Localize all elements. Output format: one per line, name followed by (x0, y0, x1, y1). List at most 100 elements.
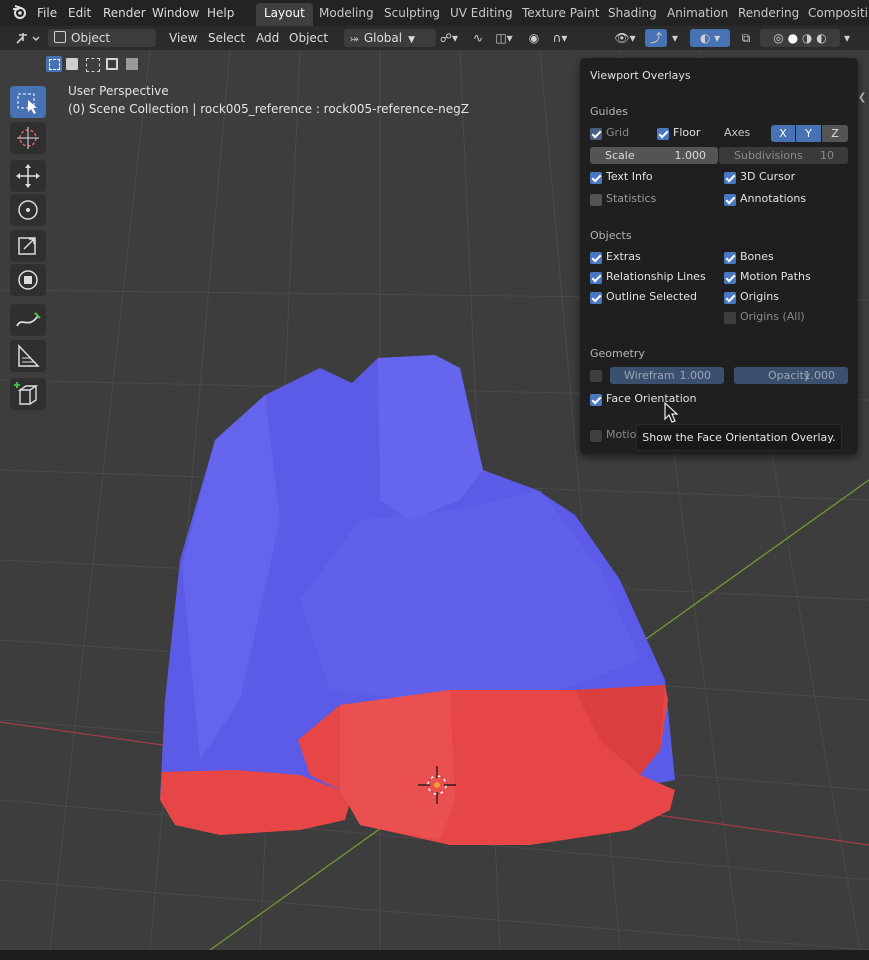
face-orientation-checkbox[interactable] (590, 394, 602, 406)
scale-field[interactable]: Scale 1.000 (590, 147, 718, 164)
motion-paths-checkbox[interactable] (724, 272, 736, 284)
opacity-field[interactable]: Opacity 1.000 (734, 367, 848, 384)
sidebar-toggle-icon[interactable]: ❮ (858, 92, 866, 103)
object-mode-icon (54, 31, 66, 43)
floor-checkbox[interactable] (657, 128, 669, 140)
transform-orientation-icon: ⤖ (350, 32, 359, 45)
snap-icon[interactable]: ∿ (468, 29, 488, 47)
guides-heading: Guides (590, 105, 629, 118)
axis-y-toggle[interactable]: Y (796, 125, 821, 142)
wireframe-shading-icon[interactable]: ◎ (773, 31, 783, 45)
tab-uv-editing[interactable]: UV Editing (442, 3, 521, 24)
3d-cursor-label: 3D Cursor (740, 170, 796, 183)
extras-checkbox[interactable] (590, 252, 602, 264)
menu-view[interactable]: View (169, 29, 197, 47)
wireframe-checkbox[interactable] (590, 370, 602, 382)
transform-tool-icon[interactable] (10, 264, 46, 296)
chevron-down-icon[interactable]: ▾ (840, 29, 854, 47)
face-orientation-label: Face Orientation (606, 392, 697, 405)
menu-edit[interactable]: Edit (68, 4, 91, 22)
outline-selected-label: Outline Selected (606, 290, 697, 303)
geometry-heading: Geometry (590, 347, 645, 360)
select-intersect-icon[interactable] (126, 58, 138, 70)
statistics-checkbox[interactable] (590, 194, 602, 206)
origins-all-label: Origins (All) (740, 310, 805, 323)
menu-render[interactable]: Render (103, 4, 146, 22)
text-info-checkbox[interactable] (590, 172, 602, 184)
rotate-tool-icon[interactable] (10, 194, 46, 226)
tab-compositing[interactable]: Compositing (800, 3, 869, 24)
mode-dropdown[interactable]: Object Mode▼ (48, 29, 156, 63)
motion-tracking-checkbox[interactable] (590, 430, 602, 442)
menu-select[interactable]: Select (208, 29, 245, 47)
select-box-tool-icon[interactable] (10, 86, 46, 118)
editor-type-icon[interactable] (12, 29, 42, 47)
menu-file[interactable]: File (37, 4, 57, 22)
wireframe-field[interactable]: Wirefram 1.000 (610, 367, 724, 384)
measure-tool-icon[interactable] (10, 340, 46, 372)
menu-add[interactable]: Add (256, 29, 279, 47)
relationship-lines-label: Relationship Lines (606, 270, 706, 283)
axis-x-toggle[interactable]: X (771, 125, 795, 142)
selection-mode-group (46, 56, 140, 72)
bones-label: Bones (740, 250, 774, 263)
snap-target-icon[interactable]: ◫▾ (490, 29, 518, 47)
blender-logo-icon[interactable] (12, 3, 28, 21)
axis-z-toggle[interactable]: Z (822, 125, 848, 142)
visibility-eye-icon[interactable]: 👁▾ (610, 29, 640, 47)
object-origin (434, 782, 440, 788)
proportional-edit-icon[interactable]: ◉ (524, 29, 544, 47)
grid-label: Grid (606, 126, 630, 139)
menu-help[interactable]: Help (207, 4, 234, 22)
menu-window[interactable]: Window (152, 4, 199, 22)
annotations-checkbox[interactable] (724, 194, 736, 206)
tab-modeling[interactable]: Modeling (311, 3, 382, 24)
annotate-tool-icon[interactable] (10, 304, 46, 336)
tab-shading[interactable]: Shading (600, 3, 665, 24)
material-shading-icon[interactable]: ◑ (802, 31, 812, 45)
subdivisions-field[interactable]: Subdivisions 10 (719, 147, 848, 164)
objects-heading: Objects (590, 229, 632, 242)
floor-label: Floor (673, 126, 701, 139)
move-tool-icon[interactable] (10, 160, 46, 192)
select-new-icon[interactable] (46, 56, 62, 72)
select-invert-icon[interactable] (106, 58, 118, 70)
overlays-toggle-icon[interactable]: ◐ ▾ (690, 29, 730, 47)
solid-shading-icon[interactable]: ● (788, 31, 798, 45)
viewport-collection-label: (0) Scene Collection | rock005_reference… (68, 102, 469, 116)
select-extend-icon[interactable] (66, 58, 78, 70)
subdivisions-field-value: 10 (820, 149, 834, 162)
scale-tool-icon[interactable] (10, 230, 46, 262)
bones-checkbox[interactable] (724, 252, 736, 264)
relationship-lines-checkbox[interactable] (590, 272, 602, 284)
3d-cursor-checkbox[interactable] (724, 172, 736, 184)
gizmo-toggle-icon[interactable]: ⤴ (645, 29, 667, 47)
falloff-icon[interactable]: ∩▾ (546, 29, 574, 47)
pivot-point-icon[interactable]: ☍▾ (434, 29, 464, 47)
scale-field-value: 1.000 (674, 149, 707, 162)
xray-toggle-icon[interactable]: ⧉ (736, 29, 756, 47)
tab-sculpting[interactable]: Sculpting (376, 3, 448, 24)
tab-layout[interactable]: Layout (256, 3, 313, 26)
menu-object[interactable]: Object (289, 29, 328, 47)
viewport-overlays-panel: Viewport Overlays Guides Grid Floor Axes… (580, 58, 858, 454)
statistics-label: Statistics (606, 192, 657, 205)
origins-all-checkbox[interactable] (724, 312, 736, 324)
tab-texture-paint[interactable]: Texture Paint (514, 3, 607, 24)
rendered-shading-icon[interactable]: ◐ (816, 31, 826, 45)
grid-checkbox[interactable] (590, 128, 602, 140)
wireframe-field-value: 1.000 (679, 369, 712, 382)
annotations-label: Annotations (740, 192, 807, 205)
origins-checkbox[interactable] (724, 292, 736, 304)
cursor-tool-icon[interactable] (10, 122, 46, 154)
orientation-dropdown[interactable]: ⤖ Global ▼ (344, 29, 436, 47)
add-cube-tool-icon[interactable] (10, 378, 46, 410)
chevron-down-icon: ▼ (408, 35, 416, 45)
axes-label: Axes (724, 126, 751, 139)
outline-selected-checkbox[interactable] (590, 292, 602, 304)
tab-animation[interactable]: Animation (659, 3, 736, 24)
tab-rendering[interactable]: Rendering (730, 3, 807, 24)
select-subtract-icon[interactable] (86, 58, 100, 72)
chevron-down-icon[interactable]: ▾ (668, 29, 682, 47)
viewport-header: Object Mode▼ View Select Add Object ⤖ Glo… (0, 26, 869, 63)
